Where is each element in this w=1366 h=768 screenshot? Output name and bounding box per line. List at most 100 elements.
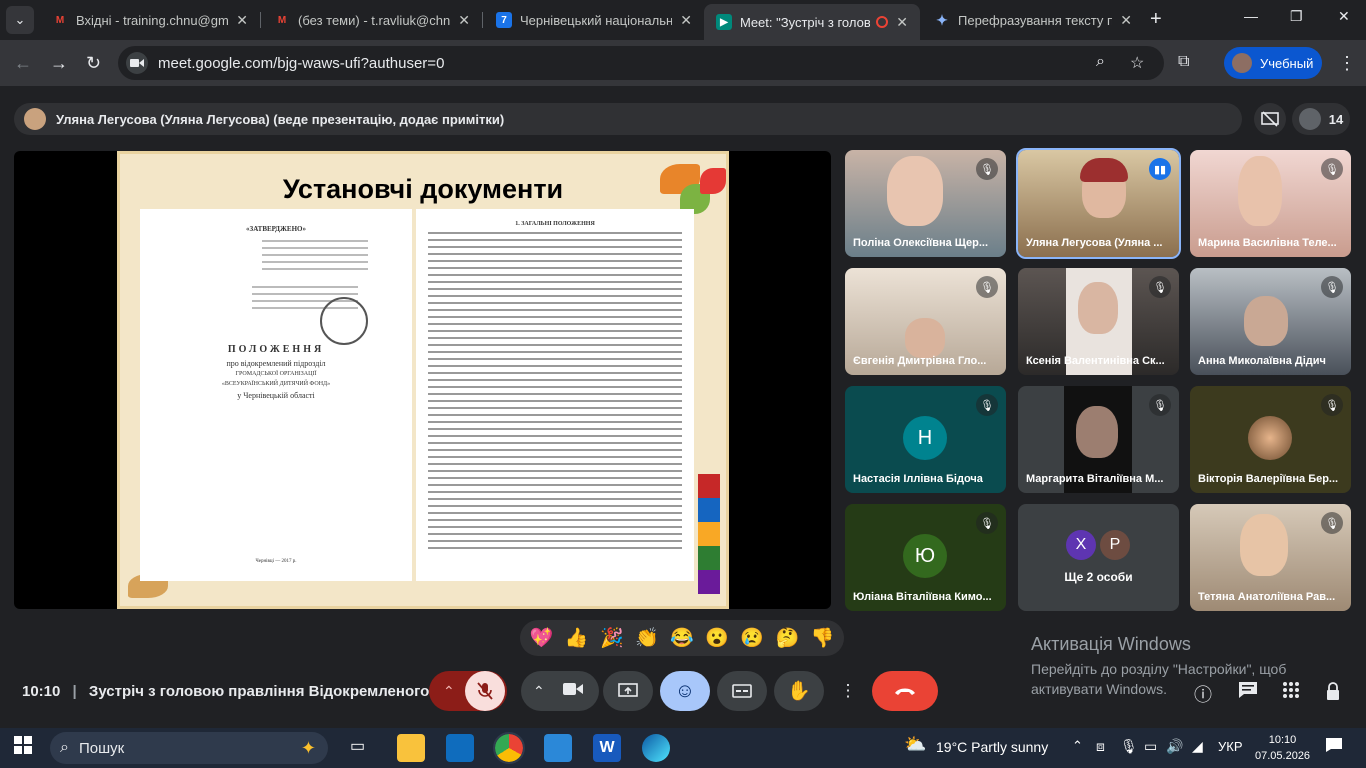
tab-gmail-inbox[interactable]: M Вхідні - training.chnu@gmail. ✕: [40, 4, 260, 36]
site-info-icon[interactable]: [126, 52, 148, 74]
more-vert-icon: ⋮: [839, 681, 857, 700]
present-screen-button[interactable]: [603, 671, 653, 711]
taskbar-search[interactable]: ⌕ Пошук ✦: [50, 732, 328, 764]
reload-icon[interactable]: ↻: [86, 53, 101, 74]
presenter-avatar: [24, 108, 46, 130]
battery-icon[interactable]: ▭: [1144, 738, 1157, 755]
books-decoration: [698, 474, 720, 594]
close-tab-icon[interactable]: ✕: [680, 12, 692, 29]
mic-off-icon: 🎙: [976, 512, 998, 534]
language-indicator[interactable]: УКР: [1218, 739, 1243, 754]
tab-gmail-message[interactable]: M (без теми) - t.ravliuk@chnu.ed ✕: [262, 4, 482, 36]
participant-video: [1244, 296, 1288, 346]
participant-tile[interactable]: 🎙 Поліна Олексіївна Щер...: [845, 150, 1006, 257]
search-icon: ⌕: [60, 739, 69, 756]
participant-photo: [1248, 416, 1292, 460]
reaction-party[interactable]: 🎉: [600, 626, 624, 650]
participant-tile[interactable]: Ю 🎙 Юліана Віталіївна Кимо...: [845, 504, 1006, 611]
participant-tile[interactable]: 🎙 Тетяна Анатоліївна Рав...: [1190, 504, 1351, 611]
chat-icon[interactable]: [1238, 681, 1258, 704]
mic-off-icon: 🎙: [1321, 394, 1343, 416]
recording-icon: [876, 16, 889, 28]
back-icon[interactable]: ←: [14, 53, 32, 74]
file-explorer-icon[interactable]: [397, 734, 425, 762]
hide-presentation-button[interactable]: [1254, 103, 1286, 135]
task-view-icon[interactable]: ▭: [350, 736, 365, 756]
activities-icon[interactable]: [1282, 681, 1300, 704]
tab-university[interactable]: 7 Чернівецький національний ✕: [484, 4, 704, 36]
presentation-off-icon: [1261, 111, 1279, 127]
address-bar[interactable]: meet.google.com/bjg-waws-ufi?authuser=0 …: [118, 46, 1164, 80]
taskbar-clock[interactable]: 10:10 07.05.2026: [1255, 732, 1310, 764]
outlook-icon[interactable]: [446, 734, 474, 762]
word-icon[interactable]: W: [593, 734, 621, 762]
profile-button[interactable]: Учебный: [1224, 47, 1322, 79]
new-tab-icon[interactable]: +: [1150, 8, 1162, 31]
raise-hand-button[interactable]: ✋: [774, 671, 824, 711]
reaction-thinking[interactable]: 🤔: [775, 626, 799, 650]
microsoft-store-icon[interactable]: [544, 734, 572, 762]
browser-toolbar: ← → ↻ meet.google.com/bjg-waws-ufi?authu…: [0, 40, 1366, 86]
tab-gemini[interactable]: ✦ Перефразування тексту про ✕: [922, 4, 1144, 36]
tab-meet[interactable]: ▶ Meet: "Зустріч з головою ✕: [704, 4, 920, 40]
minimize-icon[interactable]: —: [1244, 8, 1258, 24]
windows-start-icon[interactable]: [14, 736, 32, 759]
wifi-icon[interactable]: ◢: [1192, 738, 1203, 755]
browser-menu-icon[interactable]: ⋮: [1338, 53, 1356, 74]
participant-tile[interactable]: 🎙 Ксенія Валентинівна Ск...: [1018, 268, 1179, 375]
microphone-tray-icon[interactable]: 🎙: [1120, 738, 1138, 755]
more-options-button[interactable]: ⋮: [833, 671, 863, 711]
bookmark-star-icon[interactable]: ☆: [1130, 53, 1144, 73]
weather-text[interactable]: 19°C Partly sunny: [936, 739, 1048, 755]
participant-tile-speaking[interactable]: ▮▮ Уляна Легусова (Уляна ...: [1016, 148, 1181, 259]
microphone-control[interactable]: ⌃: [429, 671, 507, 711]
extensions-icon[interactable]: ⧉: [1178, 53, 1189, 71]
approved-stamp-text: «ЗАТВЕРДЖЕНО»: [246, 225, 306, 233]
participant-tile[interactable]: 🎙 Анна Миколаївна Дідич: [1190, 268, 1351, 375]
reactions-toggle-button[interactable]: ☺: [660, 671, 710, 711]
zoom-search-icon[interactable]: ⌕: [1096, 53, 1105, 71]
participant-avatar: X: [1066, 530, 1096, 560]
camera-control[interactable]: ⌃: [521, 671, 599, 711]
reaction-surprised[interactable]: 😮: [705, 626, 729, 650]
participants-button[interactable]: 14: [1292, 103, 1350, 135]
more-participants-tile[interactable]: X P Ще 2 особи: [1018, 504, 1179, 611]
show-hidden-icons-icon[interactable]: ⌃: [1072, 738, 1083, 754]
close-tab-icon[interactable]: ✕: [1120, 12, 1132, 29]
edge-icon[interactable]: [642, 734, 670, 762]
reaction-sad[interactable]: 😢: [740, 626, 764, 650]
participant-tile[interactable]: Н 🎙 Настасія Іллівна Бідоча: [845, 386, 1006, 493]
more-participants-label: Ще 2 особи: [1064, 570, 1133, 584]
forward-icon[interactable]: →: [50, 53, 68, 74]
notifications-icon[interactable]: [1325, 737, 1343, 758]
meeting-details-icon[interactable]: ⓘ: [1194, 681, 1212, 707]
tab-search-chevron-icon[interactable]: ⌄: [6, 6, 34, 34]
camera-options-chevron-icon[interactable]: ⌃: [533, 683, 545, 700]
restore-icon[interactable]: ❐: [1290, 8, 1303, 25]
meeting-title: Зустріч з головою правління Відокремлено…: [88, 683, 442, 700]
leave-call-button[interactable]: [872, 671, 938, 711]
mic-off-button[interactable]: [465, 671, 505, 711]
close-window-icon[interactable]: ✕: [1338, 8, 1350, 25]
host-controls-icon[interactable]: [1324, 681, 1344, 706]
close-tab-icon[interactable]: ✕: [236, 12, 248, 29]
reaction-thumbs-up[interactable]: 👍: [565, 626, 589, 650]
participant-tile[interactable]: 🎙 Маргарита Віталіївна М...: [1018, 386, 1179, 493]
participant-video: [1240, 514, 1288, 576]
mic-off-icon: 🎙: [1321, 512, 1343, 534]
participant-face: [1078, 282, 1118, 334]
chrome-icon[interactable]: [493, 732, 525, 764]
reaction-laugh[interactable]: 😂: [670, 626, 694, 650]
network-device-icon[interactable]: ⧈: [1096, 738, 1105, 755]
captions-button[interactable]: [717, 671, 767, 711]
participant-tile[interactable]: 🎙 Марина Василівна Теле...: [1190, 150, 1351, 257]
reaction-thumbs-down[interactable]: 👎: [811, 626, 835, 650]
reaction-heart[interactable]: 💖: [530, 626, 554, 650]
reaction-clap[interactable]: 👏: [635, 626, 659, 650]
participant-tile[interactable]: 🎙 Вікторія Валеріївна Бер...: [1190, 386, 1351, 493]
participant-tile[interactable]: 🎙 Євгенія Дмитрівна Гло...: [845, 268, 1006, 375]
close-tab-icon[interactable]: ✕: [896, 14, 908, 31]
mic-options-chevron-icon[interactable]: ⌃: [443, 683, 455, 700]
volume-icon[interactable]: 🔊: [1166, 738, 1183, 755]
close-tab-icon[interactable]: ✕: [458, 12, 470, 29]
